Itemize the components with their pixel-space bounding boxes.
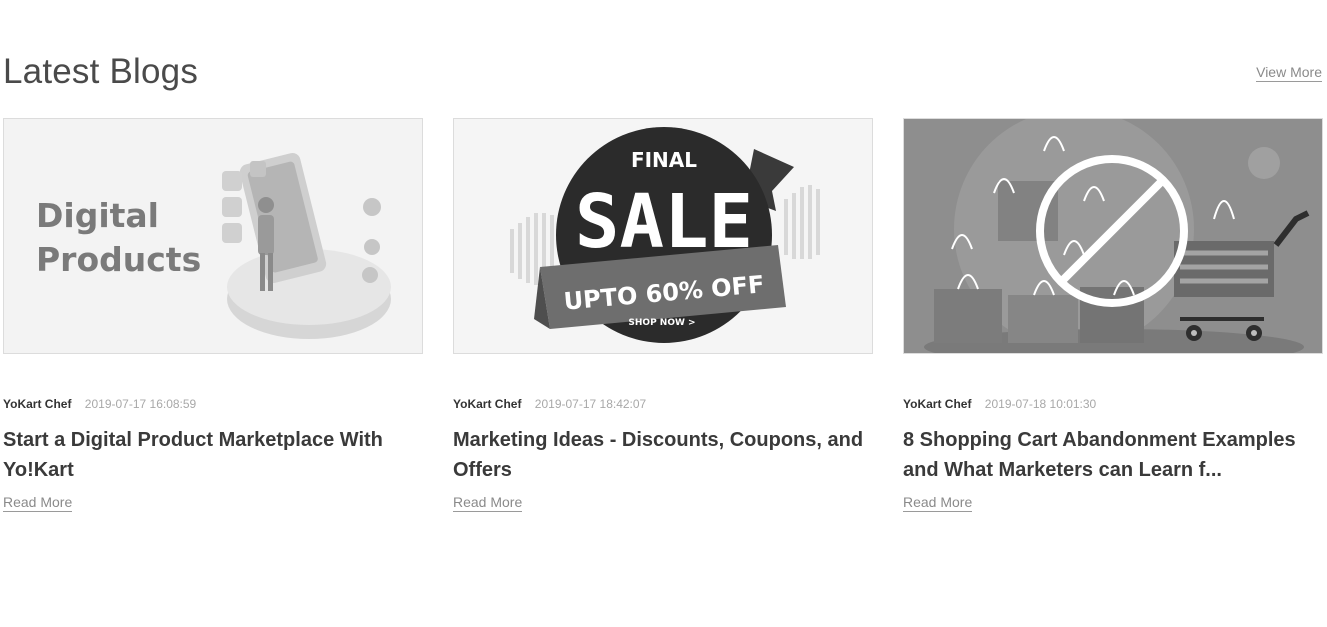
post-author: YoKart Chef (453, 397, 522, 411)
post-title[interactable]: Marketing Ideas - Discounts, Coupons, an… (453, 425, 873, 485)
blog-card: FINAL SALE UPTO 60% OFF SHOP NOW > YoKar… (453, 118, 873, 512)
digital-products-image: Digital Products (4, 119, 422, 353)
post-meta: YoKart Chef 2019-07-18 10:01:30 (903, 396, 1323, 412)
blog-thumbnail[interactable]: FINAL SALE UPTO 60% OFF SHOP NOW > (453, 118, 873, 354)
post-author: YoKart Chef (3, 397, 72, 411)
post-date: 2019-07-18 10:01:30 (984, 397, 1097, 411)
read-more-link[interactable]: Read More (3, 494, 73, 512)
final-sale-image: FINAL SALE UPTO 60% OFF SHOP NOW > (454, 119, 872, 353)
section-title: Latest Blogs (3, 52, 199, 91)
svg-text:Products: Products (36, 240, 201, 279)
svg-text:Digital: Digital (36, 196, 159, 235)
post-meta: YoKart Chef 2019-07-17 18:42:07 (453, 396, 873, 412)
blog-thumbnail[interactable] (903, 118, 1323, 354)
svg-text:SALE: SALE (575, 179, 753, 265)
post-date: 2019-07-17 18:42:07 (534, 397, 647, 411)
latest-blogs-section: Latest Blogs View More Digital Products (0, 0, 1327, 627)
cart-abandonment-image (904, 119, 1322, 353)
post-meta: YoKart Chef 2019-07-17 16:08:59 (3, 396, 423, 412)
post-author: YoKart Chef (903, 397, 972, 411)
blog-thumbnail[interactable]: Digital Products (3, 118, 423, 354)
post-title[interactable]: 8 Shopping Cart Abandonment Examples and… (903, 425, 1323, 485)
read-more-link[interactable]: Read More (903, 494, 973, 512)
post-date: 2019-07-17 16:08:59 (84, 397, 197, 411)
blog-card: YoKart Chef 2019-07-18 10:01:30 8 Shoppi… (903, 118, 1323, 512)
view-more-link[interactable]: View More (1256, 64, 1322, 82)
post-title[interactable]: Start a Digital Product Marketplace With… (3, 425, 423, 485)
svg-text:FINAL: FINAL (631, 148, 697, 172)
blog-card: Digital Products YoKart Chef 2019-07-17 … (3, 118, 423, 512)
svg-text:SHOP NOW >: SHOP NOW > (628, 318, 695, 328)
read-more-link[interactable]: Read More (453, 494, 523, 512)
